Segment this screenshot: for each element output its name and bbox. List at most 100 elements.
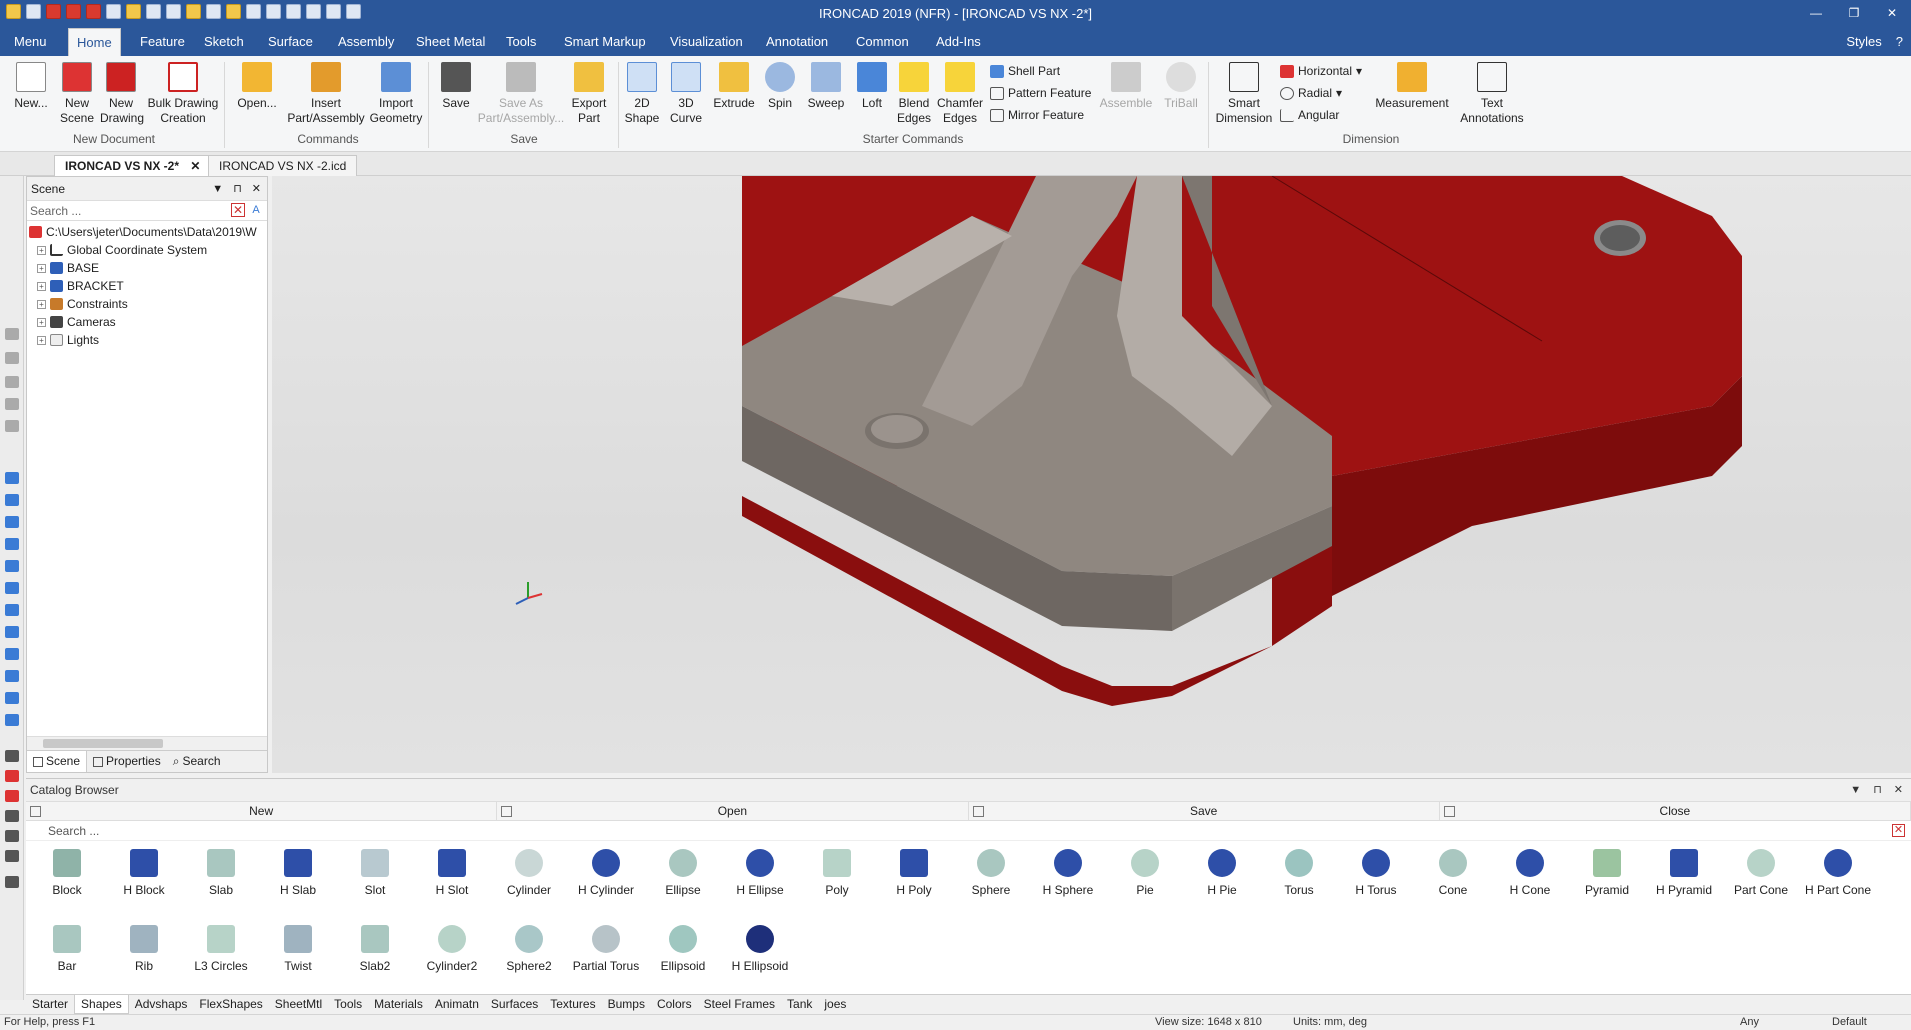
smart-dimension-button[interactable]: Smart Dimension xyxy=(1214,62,1274,126)
scene-search-input[interactable]: Search ... ✕ A xyxy=(27,201,267,221)
triball-button[interactable]: TriBall xyxy=(1158,62,1204,111)
tab-menu[interactable]: Menu xyxy=(6,28,55,56)
catalog-tab-bumps[interactable]: Bumps xyxy=(602,995,651,1014)
save-as-button[interactable]: Save As Part/Assembly... xyxy=(476,62,566,126)
mirror-feature-button[interactable]: Mirror Feature xyxy=(990,108,1084,122)
catalog-item-slab2[interactable]: Slab2 xyxy=(338,925,412,973)
tab-tools[interactable]: Tools xyxy=(498,28,544,56)
catalog-item-cylinder2[interactable]: Cylinder2 xyxy=(415,925,489,973)
catalog-item-bar[interactable]: Bar xyxy=(30,925,104,973)
expand-icon[interactable]: + xyxy=(37,317,46,327)
catalog-item-h-slab[interactable]: H Slab xyxy=(261,849,335,897)
tab-sketch[interactable]: Sketch xyxy=(196,28,252,56)
view-iso-icon[interactable] xyxy=(5,604,19,616)
tree-item-lights[interactable]: + Lights xyxy=(27,331,267,349)
tab-feature[interactable]: Feature xyxy=(132,28,193,56)
catalog-item-h-cylinder[interactable]: H Cylinder xyxy=(569,849,643,897)
pin-icon[interactable]: ⊓ xyxy=(233,177,242,201)
catalog-item-poly[interactable]: Poly xyxy=(800,849,874,897)
measure-tool-icon[interactable] xyxy=(5,810,19,822)
clear-search-icon[interactable]: ✕ xyxy=(231,203,245,217)
view-trimetric-icon[interactable] xyxy=(5,648,19,660)
tab-scene[interactable]: Scene xyxy=(27,751,88,772)
spin-button[interactable]: Spin xyxy=(760,62,800,111)
pattern-feature-button[interactable]: Pattern Feature xyxy=(990,86,1091,100)
catalog-tab-flexshapes[interactable]: FlexShapes xyxy=(193,995,268,1014)
catalog-item-torus[interactable]: Torus xyxy=(1262,849,1336,897)
shape-2d-button[interactable]: 2D Shape xyxy=(622,62,662,126)
catalog-item-h-slot[interactable]: H Slot xyxy=(415,849,489,897)
expand-icon[interactable]: + xyxy=(37,335,46,345)
catalog-tab-steel-frames[interactable]: Steel Frames xyxy=(698,995,781,1014)
open-button[interactable]: Open... xyxy=(232,62,282,111)
assemble-button[interactable]: Assemble xyxy=(1096,62,1156,111)
catalog-item-h-pie[interactable]: H Pie xyxy=(1185,849,1259,897)
catalog-item-h-sphere[interactable]: H Sphere xyxy=(1031,849,1105,897)
view-fit-icon[interactable] xyxy=(5,692,19,704)
catalog-tab-tools[interactable]: Tools xyxy=(328,995,368,1014)
catalog-item-partial-torus[interactable]: Partial Torus xyxy=(569,925,643,973)
styles-menu[interactable]: Styles xyxy=(1846,28,1881,56)
expand-icon[interactable]: + xyxy=(37,245,46,255)
view-front-icon[interactable] xyxy=(5,472,19,484)
catalog-tab-sheetmtl[interactable]: SheetMtl xyxy=(269,995,328,1014)
toolbar-tool-icon[interactable] xyxy=(5,420,19,432)
clear-search-icon[interactable]: ✕ xyxy=(1892,824,1905,837)
catalog-tab-tank[interactable]: Tank xyxy=(781,995,818,1014)
tab-sheet-metal[interactable]: Sheet Metal xyxy=(408,28,493,56)
catalog-item-twist[interactable]: Twist xyxy=(261,925,335,973)
catalog-tab-starter[interactable]: Starter xyxy=(26,995,74,1014)
catalog-item-h-ellipsoid[interactable]: H Ellipsoid xyxy=(723,925,797,973)
view-left-icon[interactable] xyxy=(5,560,19,572)
sweep-button[interactable]: Sweep xyxy=(804,62,848,111)
catalog-item-h-cone[interactable]: H Cone xyxy=(1493,849,1567,897)
catalog-tab-shapes[interactable]: Shapes xyxy=(74,995,129,1014)
new-scene-button[interactable]: New Scene xyxy=(56,62,98,126)
scrollbar-thumb[interactable] xyxy=(43,739,163,748)
close-button[interactable]: ✕ xyxy=(1873,0,1911,28)
light-tool-icon[interactable] xyxy=(5,790,19,802)
catalog-save-button[interactable]: Save xyxy=(969,802,1440,820)
catalog-tab-colors[interactable]: Colors xyxy=(651,995,698,1014)
catalog-item-slot[interactable]: Slot xyxy=(338,849,412,897)
catalog-item-rib[interactable]: Rib xyxy=(107,925,181,973)
new-button[interactable]: New... xyxy=(8,62,54,111)
export-part-button[interactable]: Export Part xyxy=(566,62,612,126)
minimize-button[interactable]: — xyxy=(1797,0,1835,28)
tab-search[interactable]: ⌕ Search xyxy=(167,751,227,772)
chamfer-edges-button[interactable]: Chamfer Edges xyxy=(936,62,984,126)
angular-dimension-button[interactable]: Angular xyxy=(1280,108,1339,122)
tab-smart-markup[interactable]: Smart Markup xyxy=(556,28,654,56)
catalog-tab-joes[interactable]: joes xyxy=(818,995,852,1014)
radial-dimension-button[interactable]: Radial ▾ xyxy=(1280,86,1342,100)
view-zoom-icon[interactable] xyxy=(5,714,19,726)
catalog-item-h-pyramid[interactable]: H Pyramid xyxy=(1647,849,1721,897)
view-right-icon[interactable] xyxy=(5,582,19,594)
rotate-tool-icon[interactable] xyxy=(5,830,19,842)
toolbar-tool-icon[interactable] xyxy=(5,328,19,340)
tab-annotation[interactable]: Annotation xyxy=(758,28,836,56)
catalog-item-l3-circles[interactable]: L3 Circles xyxy=(184,925,258,973)
tab-surface[interactable]: Surface xyxy=(260,28,321,56)
close-icon[interactable]: ✕ xyxy=(1894,779,1903,801)
tab-add-ins[interactable]: Add-Ins xyxy=(928,28,989,56)
text-annotations-button[interactable]: Text Annotations xyxy=(1456,62,1528,126)
toolbar-tool-icon[interactable] xyxy=(5,376,19,388)
camera-tool-icon[interactable] xyxy=(5,770,19,782)
tab-properties[interactable]: Properties xyxy=(87,751,167,772)
selection-filter-dropdown[interactable]: Any xyxy=(1740,1015,1759,1030)
catalog-tab-animatn[interactable]: Animatn xyxy=(429,995,485,1014)
view-top-icon[interactable] xyxy=(5,516,19,528)
expand-icon[interactable]: + xyxy=(37,299,46,309)
restore-button[interactable]: ❐ xyxy=(1835,0,1873,28)
horizontal-dimension-button[interactable]: Horizontal ▾ xyxy=(1280,64,1362,78)
tree-item-bracket[interactable]: + BRACKET xyxy=(27,277,267,295)
catalog-item-h-block[interactable]: H Block xyxy=(107,849,181,897)
bulk-drawing-button[interactable]: Bulk Drawing Creation xyxy=(146,62,220,126)
catalog-open-button[interactable]: Open xyxy=(497,802,969,820)
extrude-button[interactable]: Extrude xyxy=(710,62,758,111)
tree-item-cameras[interactable]: + Cameras xyxy=(27,313,267,331)
tab-visualization[interactable]: Visualization xyxy=(662,28,751,56)
catalog-tab-materials[interactable]: Materials xyxy=(368,995,429,1014)
import-geometry-button[interactable]: Import Geometry xyxy=(368,62,424,126)
